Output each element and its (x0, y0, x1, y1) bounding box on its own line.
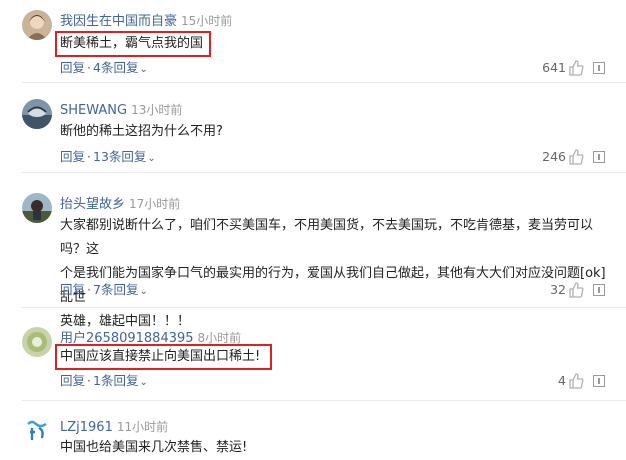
divider (22, 172, 626, 173)
comment-actions: 回复 · 1条回复⌄ (60, 373, 148, 388)
comment-text: 断美稀土，霸气点我的国 (55, 31, 608, 57)
comment-actions: 回复 · 4条回复⌄ (60, 60, 148, 75)
report-icon[interactable] (593, 375, 605, 387)
view-replies-button[interactable]: 1条回复⌄ (93, 373, 148, 388)
comment-text: 大家都别说断什么了，咱们不买美国车，不用美国货，不去美国玩，不吃肯德基，麦当劳可… (60, 214, 608, 334)
avatar-image (22, 99, 52, 129)
comment-time: 13小时前 (131, 103, 183, 117)
avatar-image (22, 10, 52, 40)
comment-text: 中国应该直接禁止向美国出口稀土! (55, 344, 608, 370)
comment-time: 8小时前 (197, 331, 242, 345)
comment-item: 抬头望故乡 17小时前 大家都别说断什么了，咱们不买美国车，不用美国货，不去美国玩… (0, 191, 626, 329)
comment-actions: 回复 · 13条回复⌄ (60, 149, 156, 164)
view-replies-button[interactable]: 13条回复⌄ (93, 149, 156, 164)
view-replies-button[interactable]: 4条回复⌄ (93, 60, 148, 75)
divider (22, 400, 626, 401)
comment-list: 我因生在中国而自豪 15小时前 断美稀土，霸气点我的国 回复 · 4条回复⌄ 641 … (0, 0, 626, 458)
avatar[interactable] (22, 416, 52, 446)
comment-text: 中国也给美国来几次禁售、禁运! (60, 440, 248, 455)
chevron-down-icon: ⌄ (147, 153, 156, 164)
like-count: 32 (550, 282, 566, 297)
reply-button[interactable]: 回复 (60, 282, 85, 297)
reply-button[interactable]: 回复 (60, 373, 85, 388)
like-count: 4 (558, 373, 566, 388)
comment-time: 11小时前 (116, 420, 169, 434)
comment-item: 我因生在中国而自豪 15小时前 断美稀土，霸气点我的国 回复 · 4条回复⌄ 641 (0, 8, 626, 83)
reply-button[interactable]: 回复 (60, 149, 85, 164)
comment-header: 抬头望故乡 17小时前 (60, 191, 180, 215)
comment-text-content: 中国应该直接禁止向美国出口稀土! (60, 349, 261, 364)
comment-text-line: 大家都别说断什么了，咱们不买美国车，不用美国货，不去美国玩，不吃肯德基，麦当劳可… (60, 218, 594, 257)
comment-item: LZj1961 11小时前 中国也给美国来几次禁售、禁运! (0, 414, 626, 458)
reply-button[interactable]: 回复 (60, 60, 85, 75)
comment-username[interactable]: 我因生在中国而自豪 (60, 14, 177, 29)
comment-text: 断他的稀土这招为什么不用? (60, 124, 223, 139)
comment-username[interactable]: SHEWANG (60, 103, 127, 118)
comment-text-content: 断美稀土，霸气点我的国 (60, 36, 204, 51)
avatar[interactable] (22, 193, 52, 223)
highlight-box: 中国应该直接禁止向美国出口稀土! (55, 344, 273, 370)
replies-label: 4条回复 (93, 60, 139, 75)
comment-header: 我因生在中国而自豪 15小时前 (60, 8, 232, 32)
divider (22, 307, 626, 308)
replies-label: 13条回复 (93, 149, 147, 164)
avatar[interactable] (22, 99, 52, 129)
like-count: 246 (542, 149, 566, 164)
avatar-image (22, 327, 52, 357)
comment-time: 17小时前 (129, 197, 181, 211)
view-replies-button[interactable]: 7条回复⌄ (93, 282, 148, 297)
replies-label: 7条回复 (93, 282, 139, 297)
comment-item: SHEWANG 13小时前 断他的稀土这招为什么不用? 回复 · 13条回复⌄ 246 (0, 97, 626, 173)
avatar[interactable] (22, 10, 52, 40)
comment-actions: 回复 · 7条回复⌄ (60, 282, 148, 297)
comment-header: LZj1961 11小时前 (60, 414, 168, 438)
comment-header: SHEWANG 13小时前 (60, 97, 182, 121)
report-icon[interactable] (593, 62, 605, 74)
like-count: 641 (542, 60, 566, 75)
report-icon[interactable] (593, 151, 605, 163)
thumbs-up-icon[interactable] (568, 282, 584, 298)
divider (22, 82, 626, 83)
comment-time: 15小时前 (181, 14, 233, 28)
comment-item: 用户2658091884395 8小时前 中国应该直接禁止向美国出口稀土! 回复 ·… (0, 325, 626, 401)
thumbs-up-icon[interactable] (568, 373, 584, 389)
chevron-down-icon: ⌄ (139, 286, 148, 297)
thumbs-up-icon[interactable] (568, 149, 584, 165)
report-icon[interactable] (593, 284, 605, 296)
avatar-image (22, 416, 52, 446)
chevron-down-icon: ⌄ (139, 64, 148, 75)
thumbs-up-icon[interactable] (568, 60, 584, 76)
avatar-image (22, 193, 52, 223)
replies-label: 1条回复 (93, 373, 139, 388)
comment-username[interactable]: 抬头望故乡 (60, 197, 125, 212)
highlight-box: 断美稀土，霸气点我的国 (55, 31, 212, 57)
avatar[interactable] (22, 327, 52, 357)
comment-username[interactable]: LZj1961 (60, 420, 113, 435)
chevron-down-icon: ⌄ (139, 377, 148, 388)
